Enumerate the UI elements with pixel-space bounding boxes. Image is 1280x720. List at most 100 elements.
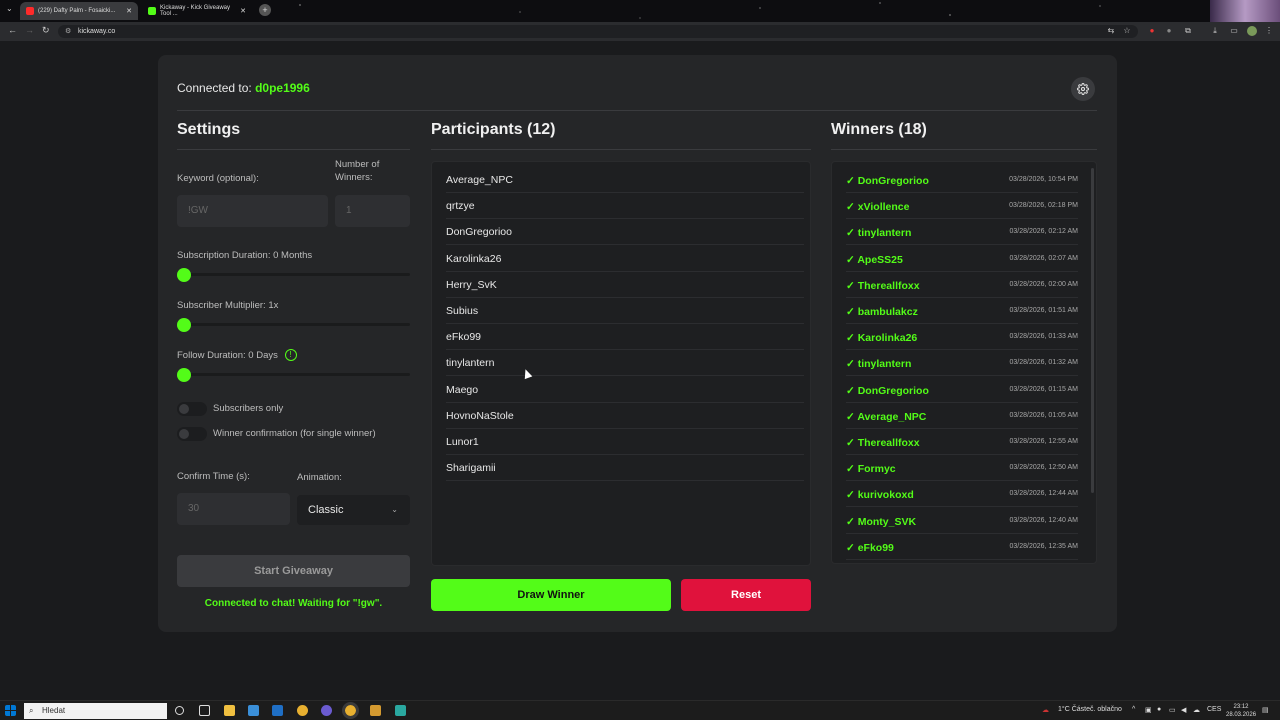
- winners-list[interactable]: ✓ DonGregorioo 03/28/2026, 10:54 PM ✓ xVio…: [831, 161, 1097, 564]
- slider-knob[interactable]: [177, 267, 191, 282]
- participant-row: HovnoNaStole: [446, 403, 804, 429]
- extension-icon[interactable]: ●: [1147, 26, 1157, 36]
- close-icon[interactable]: ✕: [240, 7, 246, 15]
- winner-name: ✓ DonGregorioo: [846, 175, 929, 187]
- winner-timestamp: 03/28/2026, 12:55 AM: [1009, 438, 1079, 445]
- winner-row: ✓ eFko99 03/28/2026, 12:35 AM: [846, 534, 1078, 560]
- winner-timestamp: 03/28/2026, 02:12 AM: [1009, 228, 1079, 236]
- keyword-input[interactable]: !GW: [177, 195, 328, 227]
- site-info-icon[interactable]: ⚙: [65, 27, 71, 35]
- winner-name: ✓ bambulakcz: [846, 306, 918, 318]
- profile-avatar-icon[interactable]: [1247, 26, 1257, 36]
- chrome-icon[interactable]: [342, 702, 359, 719]
- bookmark-star-icon[interactable]: ☆: [1122, 26, 1132, 36]
- winner-timestamp: 03/28/2026, 01:15 AM: [1009, 385, 1079, 393]
- chrome-icon[interactable]: [297, 705, 308, 716]
- language-indicator[interactable]: CES: [1207, 706, 1221, 713]
- confirm-time-label: Confirm Time (s):: [177, 471, 250, 482]
- close-icon[interactable]: ✕: [126, 7, 132, 15]
- taskbar-search[interactable]: ⌕ Hledat: [24, 703, 167, 719]
- app-icon[interactable]: [370, 705, 381, 716]
- giveaway-card: Connected to: d0pe1996 Settings Keyword …: [158, 55, 1117, 632]
- winner-row: ✓ Average_NPC 03/28/2026, 01:05 AM: [846, 403, 1078, 429]
- search-placeholder: Hledat: [42, 706, 66, 715]
- back-icon[interactable]: ←: [8, 25, 17, 35]
- extension-icon[interactable]: ●: [1164, 26, 1174, 36]
- tab-youtube[interactable]: (229) Dafty Palm - Fosaicki... ✕: [20, 2, 138, 20]
- chevron-down-icon: ⌄: [391, 505, 398, 514]
- winner-name: ✓ Average_NPC: [846, 410, 927, 423]
- winner-name: ✓ xViollence: [846, 201, 910, 214]
- app-icon[interactable]: [395, 705, 406, 716]
- info-icon[interactable]: !: [284, 349, 297, 362]
- subscribers-only-toggle[interactable]: [177, 402, 207, 416]
- start-giveaway-button[interactable]: Start Giveaway: [177, 555, 410, 587]
- url-input[interactable]: kickaway.co: [58, 25, 1138, 38]
- cast-icon[interactable]: ▭: [1229, 26, 1239, 36]
- new-tab-icon[interactable]: +: [259, 4, 271, 16]
- system-clock[interactable]: 23:12 28.03.2026: [1226, 703, 1256, 719]
- menu-kebab-icon[interactable]: ⋮: [1264, 26, 1274, 36]
- winner-row: ✓ DonGregorioo 03/28/2026, 10:54 PM: [846, 167, 1078, 193]
- winner-timestamp: 03/28/2026, 01:33 AM: [1009, 333, 1079, 341]
- scrollbar[interactable]: [1091, 168, 1094, 493]
- participant-row: tinylantern: [446, 350, 804, 377]
- download-icon[interactable]: ⤓: [1210, 26, 1220, 36]
- weather-icon[interactable]: ☁: [1042, 706, 1049, 714]
- follow-duration-slider[interactable]: [177, 367, 410, 382]
- subscribers-only-label: Subscribers only: [213, 403, 284, 414]
- winner-timestamp: 03/28/2026, 02:18 PM: [1009, 202, 1078, 210]
- tray-chevron-icon[interactable]: ^: [1132, 706, 1135, 713]
- animation-select[interactable]: Classic ⌄: [297, 495, 410, 525]
- winner-row: ✓ Karolinka26 03/28/2026, 01:33 AM: [846, 324, 1079, 351]
- winner-name: ✓ ApeSS25: [846, 253, 903, 266]
- subscriber-multiplier-slider[interactable]: [177, 317, 410, 332]
- onedrive-icon[interactable]: ☁: [1193, 706, 1200, 714]
- winners-count-input[interactable]: 1: [335, 195, 410, 227]
- reset-button[interactable]: Reset: [681, 579, 811, 611]
- tab-search-icon[interactable]: ⌄: [6, 4, 13, 13]
- cortana-icon[interactable]: [175, 706, 184, 715]
- winner-name: ✓ kurivokoxd: [846, 489, 914, 502]
- settings-gear-button[interactable]: [1071, 77, 1095, 101]
- winner-row: ✓ Thereallfoxx 03/28/2026, 02:00 AM: [846, 272, 1078, 298]
- participants-list[interactable]: Average_NPC qrtzye DonGregorioo Karolinka26…: [431, 161, 811, 566]
- draw-winner-button[interactable]: Draw Winner: [431, 579, 671, 611]
- connected-prefix: Connected to:: [177, 81, 252, 95]
- winner-timestamp: 03/28/2026, 10:54 PM: [1009, 176, 1078, 183]
- confirm-time-input[interactable]: 30: [177, 493, 290, 525]
- winner-name: ✓ tinylantern: [846, 358, 912, 371]
- winner-confirmation-toggle[interactable]: [177, 427, 207, 441]
- outlook-icon[interactable]: [272, 705, 283, 716]
- translate-icon[interactable]: ⇆: [1106, 26, 1116, 36]
- obs-icon[interactable]: [321, 705, 332, 716]
- settings-title: Settings: [177, 121, 241, 138]
- header-divider: [177, 110, 1097, 111]
- subscription-duration-slider[interactable]: [177, 267, 410, 282]
- file-explorer-icon[interactable]: [224, 705, 235, 716]
- store-icon[interactable]: [248, 705, 259, 716]
- reload-icon[interactable]: ↻: [42, 25, 50, 36]
- network-icon[interactable]: ▣: [1145, 706, 1152, 714]
- display-icon[interactable]: ▭: [1169, 706, 1176, 714]
- slider-knob[interactable]: [177, 367, 191, 382]
- windows-start-icon[interactable]: [5, 705, 16, 716]
- slider-knob[interactable]: [177, 317, 191, 332]
- connected-username: d0pe1996: [255, 81, 310, 95]
- forward-icon[interactable]: →: [25, 25, 34, 35]
- section-divider: [177, 149, 410, 150]
- speaker-icon[interactable]: ◀: [1181, 706, 1186, 714]
- browser-tabbar: ⌄ (229) Dafty Palm - Fosaicki... ✕ Kicka…: [0, 0, 1280, 22]
- weather-text[interactable]: 1°C Částeč. oblačno: [1058, 706, 1122, 713]
- subscription-duration-label: Subscription Duration: 0 Months: [177, 250, 313, 261]
- notifications-icon[interactable]: ▤: [1262, 706, 1269, 714]
- extensions-puzzle-icon[interactable]: ⧉: [1183, 26, 1193, 36]
- mic-icon[interactable]: ●: [1157, 706, 1161, 713]
- tab-kickaway[interactable]: Kickaway - Kick Giveaway Tool ... ✕: [142, 2, 252, 20]
- participants-title: Participants (12): [431, 121, 556, 138]
- section-divider: [431, 149, 811, 150]
- follow-duration-label: Follow Duration: 0 Days !: [177, 349, 297, 362]
- connection-status: Connected to: d0pe1996: [177, 81, 310, 95]
- task-view-icon[interactable]: [199, 705, 210, 716]
- winner-timestamp: 03/28/2026, 02:00 AM: [1009, 280, 1079, 288]
